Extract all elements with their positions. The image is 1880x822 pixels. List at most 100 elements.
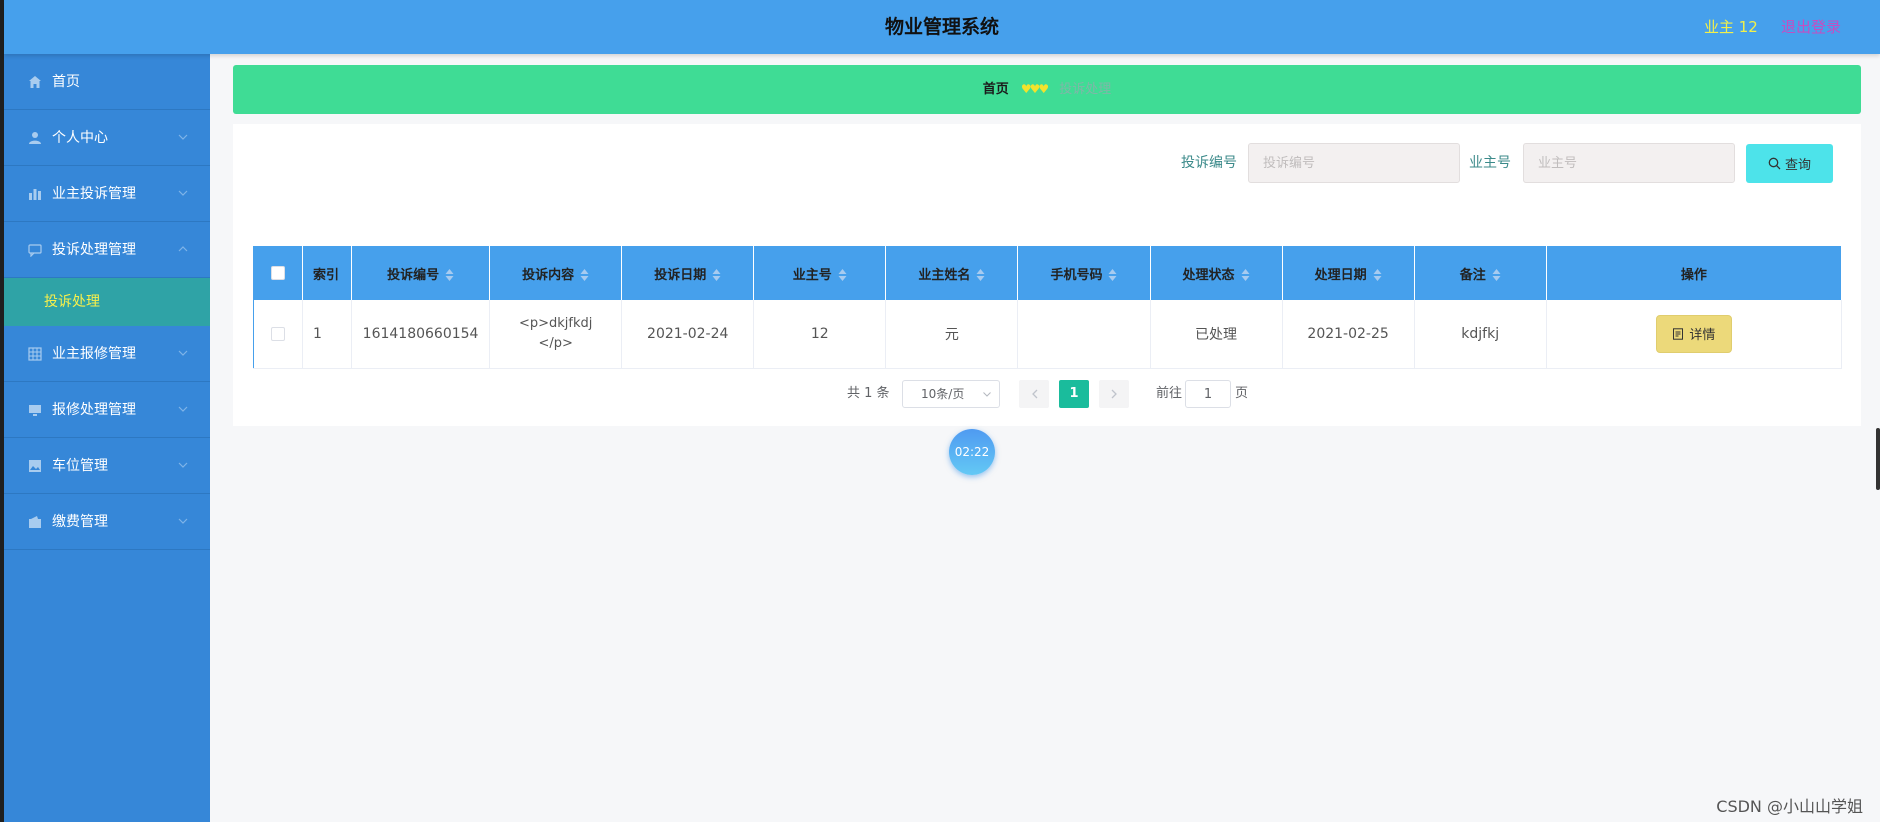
sort-icon	[1108, 269, 1117, 281]
sidebar-item-owner-repairs[interactable]: 业主报修管理	[4, 326, 210, 382]
user-icon	[28, 131, 42, 145]
owner-no-input[interactable]	[1523, 143, 1735, 183]
column-header-sortable[interactable]: 处理日期	[1282, 246, 1415, 300]
sort-icon	[580, 269, 589, 281]
chevron-left-icon	[1031, 389, 1037, 399]
search-button[interactable]: 查询	[1746, 144, 1833, 183]
column-header-sortable[interactable]: 手机号码	[1017, 246, 1151, 300]
goto-unit: 页	[1235, 386, 1249, 401]
sidebar-item-label: 报修处理管理	[52, 402, 136, 418]
wallet-icon	[28, 515, 42, 529]
monitor-icon	[28, 403, 42, 417]
detail-button[interactable]: 详情	[1655, 314, 1732, 353]
content-panel: 投诉编号 业主号 查询 索引 投诉编号 投诉内容 投诉日期 业主号 业主姓名 手…	[233, 124, 1861, 426]
sidebar-item-label: 首页	[52, 74, 80, 90]
complaint-no-input[interactable]	[1248, 143, 1460, 183]
sidebar-item-personal-center[interactable]: 个人中心	[4, 110, 210, 166]
sidebar-item-parking[interactable]: 车位管理	[4, 438, 210, 494]
sort-icon	[445, 269, 454, 281]
picture-icon	[28, 459, 42, 473]
column-header: 操作	[1546, 246, 1843, 300]
chevron-down-icon	[178, 110, 188, 166]
sidebar-subitem-complaint-handle[interactable]: 投诉处理	[4, 278, 210, 326]
page-number-button[interactable]: 1	[1059, 380, 1089, 408]
scrollbar-thumb[interactable]	[1876, 428, 1880, 490]
next-page-button[interactable]	[1099, 380, 1129, 408]
sort-icon	[976, 269, 985, 281]
column-header-sortable[interactable]: 投诉内容	[489, 246, 623, 300]
page-size-value: 10条/页	[921, 387, 965, 401]
cell-complaint-no: 1614180660154	[351, 300, 491, 369]
table-header-row: 索引 投诉编号 投诉内容 投诉日期 业主号 业主姓名 手机号码 处理状态 处理日…	[252, 246, 1843, 300]
cell-remark: kdjfkj	[1414, 300, 1547, 369]
owner-no-label: 业主号	[1469, 155, 1511, 171]
goto-label: 前往	[1156, 386, 1183, 401]
prev-page-button[interactable]	[1019, 380, 1049, 408]
cell-index: 1	[302, 300, 353, 369]
heart-separator-icon: ♥♥♥	[1020, 82, 1049, 96]
chevron-down-icon	[178, 166, 188, 222]
chevron-up-icon	[178, 222, 188, 278]
sidebar-item-payment[interactable]: 缴费管理	[4, 494, 210, 550]
logout-link[interactable]: 退出登录	[1781, 0, 1841, 54]
current-user-label: 业主 12	[1704, 18, 1758, 36]
complaint-no-label: 投诉编号	[1181, 155, 1237, 171]
sidebar-item-label: 业主报修管理	[52, 346, 136, 362]
chevron-down-icon	[983, 392, 991, 397]
select-all-cell	[252, 246, 304, 300]
complaint-table: 索引 投诉编号 投诉内容 投诉日期 业主号 业主姓名 手机号码 处理状态 处理日…	[252, 246, 1843, 369]
page-size-select[interactable]: 10条/页	[902, 380, 1000, 408]
column-header-sortable[interactable]: 备注	[1414, 246, 1547, 300]
sidebar-item-complaint-handling[interactable]: 投诉处理管理	[4, 222, 210, 278]
cell-actions: 详情	[1546, 300, 1843, 369]
chart-icon	[28, 187, 42, 201]
breadcrumb: 首页 ♥♥♥ 投诉处理	[233, 65, 1861, 114]
cell-owner-name: 元	[885, 300, 1019, 369]
chevron-right-icon	[1111, 389, 1117, 399]
cell-owner-no: 12	[753, 300, 887, 369]
watermark: CSDN @小山山学姐	[1716, 797, 1863, 816]
sidebar-item-label: 投诉处理管理	[52, 242, 136, 258]
column-header-sortable[interactable]: 投诉日期	[621, 246, 755, 300]
app-title: 物业管理系统	[884, 16, 999, 38]
sidebar-item-home[interactable]: 首页	[4, 54, 210, 110]
sidebar-item-label: 车位管理	[52, 458, 108, 474]
chevron-down-icon	[178, 438, 188, 494]
row-checkbox[interactable]	[271, 326, 285, 341]
select-all-checkbox[interactable]	[271, 266, 285, 280]
chevron-down-icon	[178, 382, 188, 438]
sidebar-item-label: 业主投诉管理	[52, 186, 136, 202]
grid-icon	[28, 347, 42, 361]
floating-timer[interactable]: 02:22	[949, 429, 995, 475]
pagination-total: 共 1 条	[847, 386, 890, 401]
home-icon	[28, 75, 42, 89]
sidebar-menu: 首页 个人中心 业主投诉管理 投诉处理管理 投诉处理 业主报修管理 报修处理管理	[4, 54, 210, 822]
table-row: 1 1614180660154 <p>dkjfkdj </p> 2021-02-…	[252, 300, 1843, 369]
cell-status: 已处理	[1150, 300, 1283, 369]
top-header: 物业管理系统 业主 12 退出登录	[4, 0, 1880, 54]
cell-handle-date: 2021-02-25	[1282, 300, 1415, 369]
sort-icon	[712, 269, 721, 281]
cell-date: 2021-02-24	[621, 300, 755, 369]
sort-icon	[1241, 269, 1250, 281]
document-icon	[1673, 328, 1684, 340]
column-header: 索引	[302, 246, 353, 300]
row-select-cell	[252, 300, 304, 369]
sort-icon	[1492, 269, 1501, 281]
sort-icon	[838, 269, 847, 281]
breadcrumb-current: 投诉处理	[1059, 82, 1112, 97]
chevron-down-icon	[178, 326, 188, 382]
search-button-label: 查询	[1784, 157, 1811, 172]
sidebar-item-repair-handling[interactable]: 报修处理管理	[4, 382, 210, 438]
breadcrumb-home-link[interactable]: 首页	[983, 82, 1009, 97]
search-icon	[1768, 157, 1781, 170]
column-header-sortable[interactable]: 处理状态	[1150, 246, 1283, 300]
sidebar-item-owner-complaints[interactable]: 业主投诉管理	[4, 166, 210, 222]
sidebar-item-label: 个人中心	[52, 130, 108, 146]
column-header-sortable[interactable]: 业主姓名	[885, 246, 1019, 300]
column-header-sortable[interactable]: 业主号	[753, 246, 887, 300]
cell-content: <p>dkjfkdj </p>	[489, 300, 623, 369]
column-header-sortable[interactable]: 投诉编号	[351, 246, 491, 300]
goto-page-input[interactable]	[1185, 380, 1231, 408]
sidebar-item-label: 缴费管理	[52, 514, 108, 530]
